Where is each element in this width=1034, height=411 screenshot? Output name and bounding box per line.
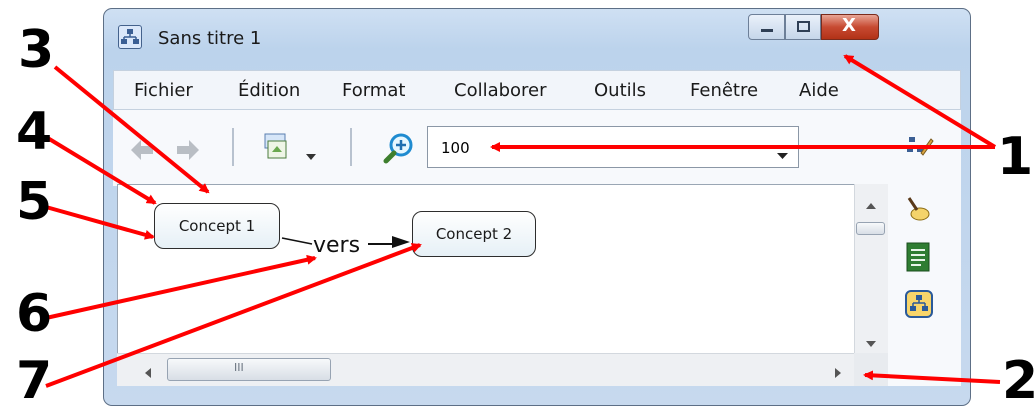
annotation-arrows <box>44 54 1001 388</box>
annotation-number-1: 1 <box>997 127 1034 187</box>
annotation-arrow-3 <box>53 65 210 194</box>
annotation-number-3: 3 <box>18 20 55 80</box>
annotation-number-5: 5 <box>16 172 53 232</box>
annotation-arrow-5 <box>45 205 155 240</box>
annotation-arrow-1a <box>843 54 997 149</box>
annotation-arrow-7 <box>45 243 422 388</box>
annotation-number-4: 4 <box>16 102 53 162</box>
annotation-number-7: 7 <box>16 351 53 411</box>
annotation-number-6: 6 <box>16 284 53 344</box>
annotation-arrow-2 <box>863 370 1001 384</box>
annotation-arrow-4 <box>44 135 157 205</box>
annotation-arrow-6 <box>45 254 317 320</box>
annotation-number-2: 2 <box>1002 351 1034 411</box>
